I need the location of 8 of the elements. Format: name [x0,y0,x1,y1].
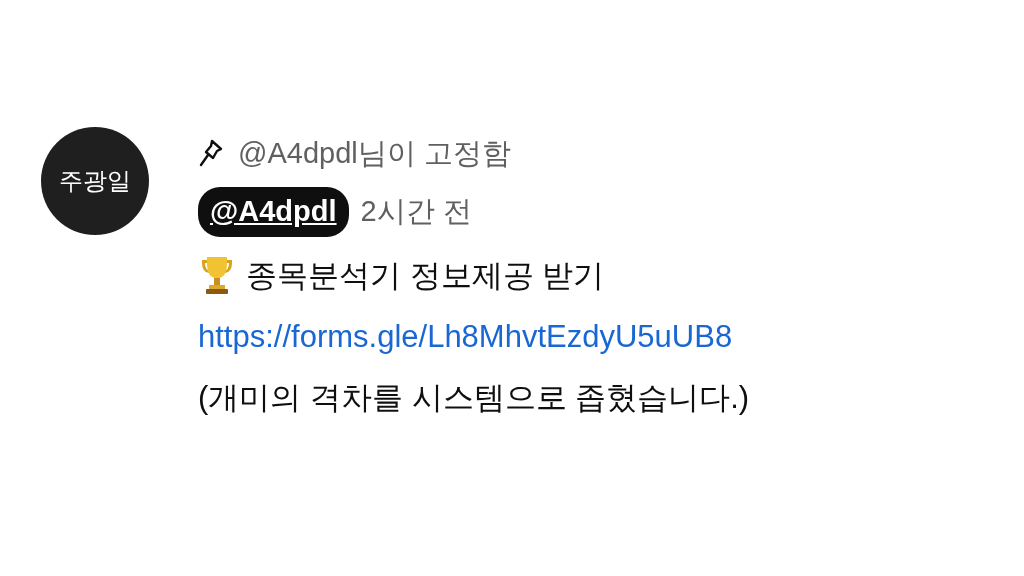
comment-text: 종목분석기 정보제공 받기 [246,256,605,295]
author-name[interactable]: @A4dpdl [198,187,349,237]
comment-text: (개미의 격차를 시스템으로 좁혔습니다.) [198,378,750,417]
pinned-label: @A4dpdl님이 고정함 [238,136,511,171]
comment-time: 2시간 전 [360,194,472,229]
avatar[interactable]: 주광일 [41,127,149,235]
pin-icon [198,138,224,168]
link[interactable]: https://forms.gle/Lh8MhvtEzdyU5uUB8 [198,305,733,367]
